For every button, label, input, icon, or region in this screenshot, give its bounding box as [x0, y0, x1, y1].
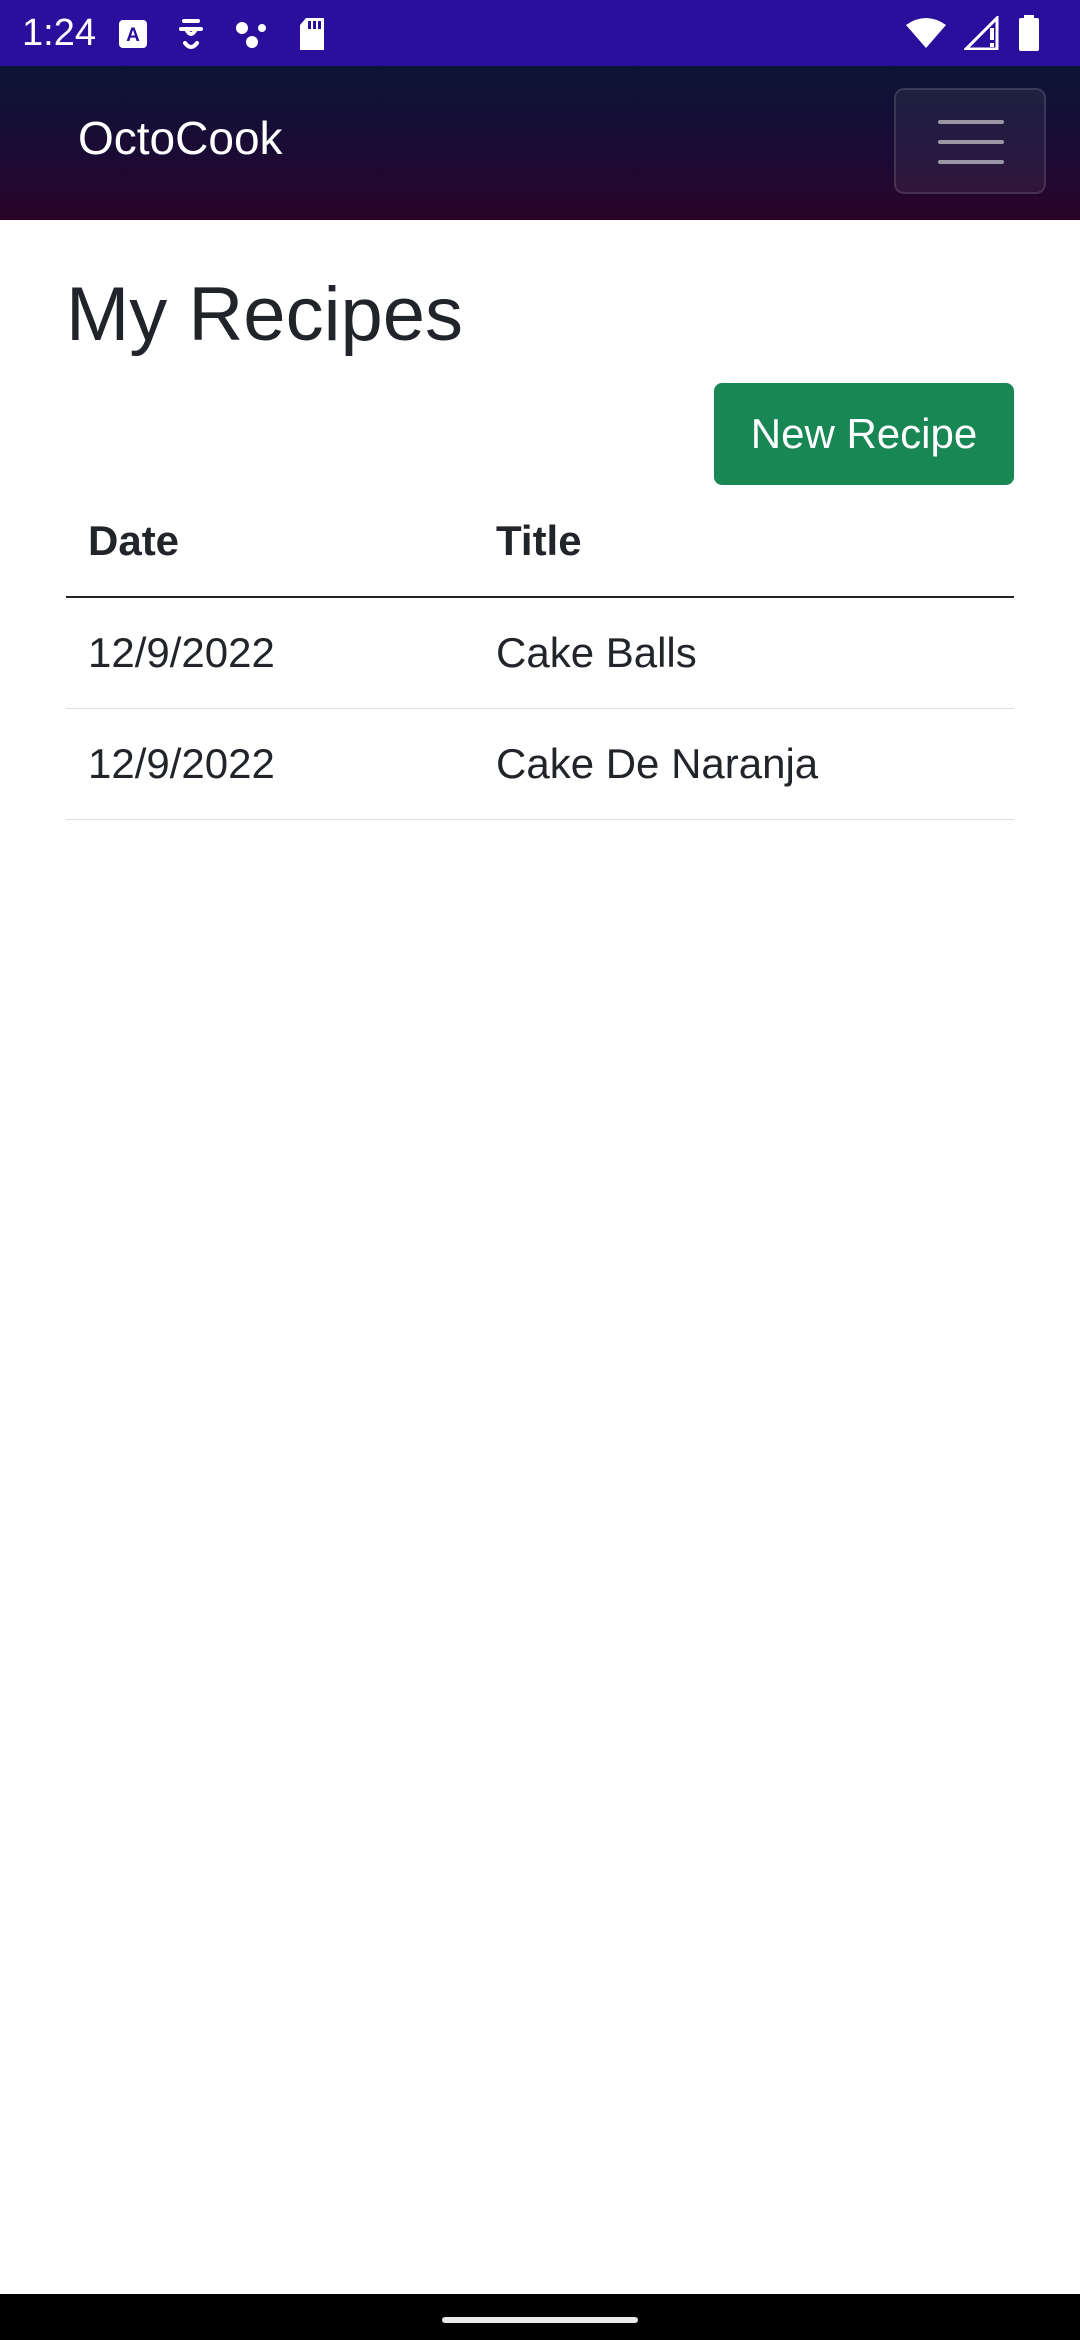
signal-icon: [964, 16, 999, 50]
new-recipe-button[interactable]: New Recipe: [714, 383, 1014, 485]
recipe-date-cell: 12/9/2022: [66, 708, 474, 820]
page-title: My Recipes: [66, 272, 463, 357]
table-row[interactable]: 12/9/2022 Cake Balls: [66, 597, 1014, 709]
recipe-title-cell[interactable]: Cake De Naranja: [474, 708, 1014, 820]
app-navbar: OctoCook: [0, 66, 1080, 220]
table-header-row: Date Title: [66, 486, 1014, 598]
recipe-date-cell: 12/9/2022: [66, 597, 474, 709]
dots-icon: [236, 22, 266, 48]
brand-link[interactable]: OctoCook: [78, 110, 283, 166]
recipe-title-cell[interactable]: Cake Balls: [474, 597, 1014, 709]
svg-text:A: A: [126, 25, 140, 46]
a-box-icon: A: [119, 20, 147, 48]
recipes-table: Date Title 12/9/2022 Cake Balls 12/9/202…: [66, 486, 1014, 820]
date-column-header: Date: [66, 486, 474, 598]
gesture-handle[interactable]: [442, 2317, 638, 2323]
status-notification-icons: A: [118, 14, 326, 54]
table-row[interactable]: 12/9/2022 Cake De Naranja: [66, 708, 1014, 820]
status-time: 1:24: [22, 12, 96, 54]
accessibility-icon: [179, 19, 203, 49]
menu-toggle-button[interactable]: [894, 88, 1046, 194]
status-system-icons: [906, 12, 1040, 54]
status-bar: 1:24 A: [0, 0, 1080, 66]
app-screen: 1:24 A OctoCook My Recipes New Recipe Da…: [0, 0, 1080, 2340]
sd-card-icon: [300, 18, 324, 50]
wifi-icon: [906, 18, 946, 48]
title-column-header: Title: [474, 486, 1014, 598]
hamburger-icon: [938, 120, 1004, 166]
battery-icon: [1019, 15, 1039, 51]
system-navigation-bar: [0, 2294, 1080, 2340]
